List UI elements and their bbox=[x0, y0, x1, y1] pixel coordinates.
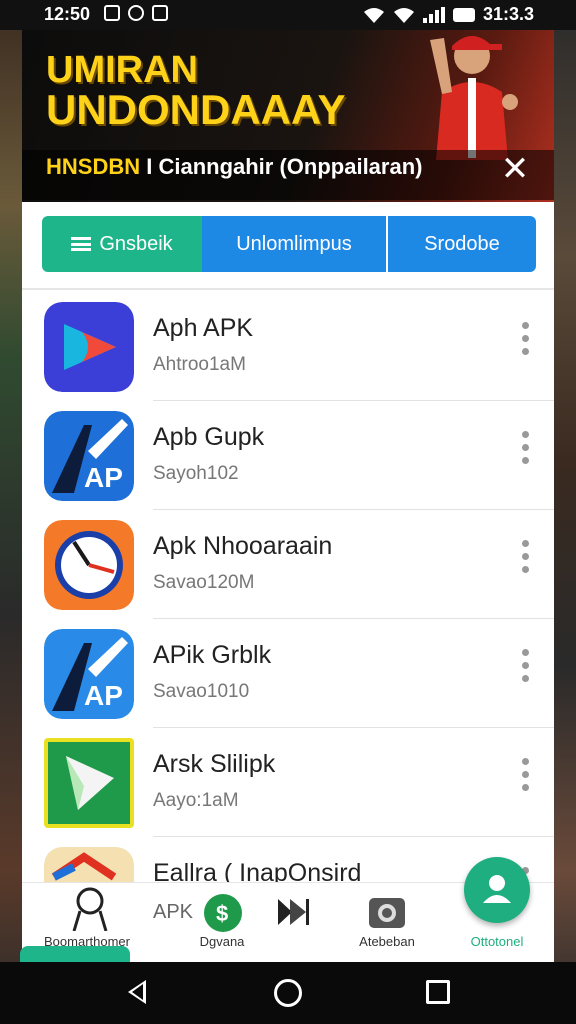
more-options-icon[interactable] bbox=[520, 649, 530, 689]
status-notification-icons bbox=[104, 5, 168, 21]
battery-icon bbox=[452, 7, 475, 22]
app-name: Apk Nhooaraain bbox=[153, 532, 333, 560]
tab-gnsbeik[interactable]: Gnsbeik bbox=[42, 216, 202, 272]
svg-text:$: $ bbox=[216, 901, 228, 926]
dollar-icon: $ bbox=[204, 894, 242, 932]
app-icon bbox=[152, 5, 168, 21]
list-item[interactable]: AP Apb Gupk Sayoh102 bbox=[22, 401, 554, 510]
more-options-icon[interactable] bbox=[520, 540, 530, 580]
close-banner-button[interactable]: ✕ bbox=[498, 152, 532, 186]
app-list: Aph APK Ahtroo1aM AP Apb Gupk Sayoh102 A… bbox=[22, 292, 554, 946]
app-subtitle: Sayoh102 bbox=[153, 463, 239, 484]
banner-subtitle: HNSDBN I Cianngahir (Onppailaran) bbox=[46, 154, 422, 180]
app-subtitle: Savao1010 bbox=[153, 681, 250, 702]
player-image bbox=[430, 36, 518, 160]
clock-app-icon bbox=[44, 520, 134, 610]
nav-label: Dgvana bbox=[199, 934, 245, 949]
app-subtitle: Ahtroo1aM bbox=[153, 354, 246, 375]
home-icon[interactable] bbox=[274, 979, 302, 1007]
list-icon bbox=[71, 237, 92, 251]
system-navigation-bar bbox=[0, 962, 576, 1024]
banner-title-line1: UMIRAN bbox=[46, 49, 198, 91]
message-icon bbox=[104, 5, 120, 21]
category-tabs: Gnsbeik Unlomlimpus Srodobe bbox=[42, 216, 536, 272]
tab-label: Unlomlimpus bbox=[236, 232, 352, 255]
list-item[interactable]: AP APik Grblk Savao1010 bbox=[22, 619, 554, 728]
nav-label: Atebeban bbox=[359, 934, 415, 949]
more-options-icon[interactable] bbox=[520, 431, 530, 471]
nav-item-camera[interactable]: Atebeban bbox=[342, 883, 432, 962]
app-name: APik Grblk bbox=[153, 641, 272, 669]
banner-title-line2: UNDONDAAAY bbox=[46, 86, 346, 133]
promo-banner[interactable]: UMIRAN UNDONDAAAY HNSDBN I Cianngahir (O… bbox=[22, 30, 554, 202]
app-subtitle: Aayo:1aM bbox=[153, 790, 239, 811]
nav-item-dgvana[interactable]: $ Dgvana bbox=[182, 883, 262, 962]
status-bar: 12:50 31:3.3 bbox=[0, 0, 576, 30]
list-item[interactable]: Arsk Slilipk Aayo:1aM bbox=[22, 728, 554, 837]
back-icon[interactable] bbox=[128, 980, 146, 1004]
tab-unlomlimpus[interactable]: Unlomlimpus bbox=[202, 216, 386, 272]
location-icon bbox=[128, 5, 144, 21]
banner-subtitle-text: I Cianngahir (Onppailaran) bbox=[140, 154, 423, 179]
play-forward-icon bbox=[278, 899, 309, 925]
battery-text: 31:3.3 bbox=[482, 4, 534, 24]
camera-icon bbox=[369, 898, 405, 928]
app-name: Apb Gupk bbox=[153, 423, 265, 451]
tab-label: Srodobe bbox=[424, 232, 500, 255]
fab-label: Ottotonel bbox=[470, 934, 524, 949]
list-item[interactable]: Aph APK Ahtroo1aM bbox=[22, 292, 554, 401]
svg-text:AP: AP bbox=[84, 680, 123, 711]
tab-srodobe[interactable]: Srodobe bbox=[388, 216, 536, 272]
nav-item-play[interactable] bbox=[268, 883, 318, 962]
app-subtitle: Savao120M bbox=[153, 572, 255, 593]
wifi-icon bbox=[393, 7, 414, 23]
more-options-icon[interactable] bbox=[520, 322, 530, 362]
tab-label: Gnsbeik bbox=[99, 232, 173, 255]
app-window: UMIRAN UNDONDAAAY HNSDBN I Cianngahir (O… bbox=[22, 30, 554, 962]
list-item[interactable]: Apk Nhooaraain Savao120M bbox=[22, 510, 554, 619]
recents-icon[interactable] bbox=[426, 980, 450, 1004]
banner-title: UMIRAN UNDONDAAAY bbox=[46, 49, 346, 133]
wifi-icon bbox=[363, 7, 384, 23]
svg-text:AP: AP bbox=[84, 462, 123, 493]
status-time: 12:50 bbox=[44, 4, 91, 24]
user-icon bbox=[483, 875, 511, 903]
ap-logo-icon: AP bbox=[44, 411, 134, 501]
status-right-icons: 31:3.3 bbox=[363, 4, 534, 25]
person-outline-icon bbox=[72, 887, 108, 931]
ap-logo-icon: AP bbox=[44, 629, 134, 719]
divider bbox=[22, 288, 554, 290]
play-store-icon bbox=[44, 302, 134, 392]
app-name: Aph APK bbox=[153, 314, 254, 342]
green-play-icon bbox=[44, 738, 134, 828]
more-options-icon[interactable] bbox=[520, 758, 530, 798]
app-name: Arsk Slilipk bbox=[153, 750, 276, 778]
partial-green-element bbox=[20, 946, 130, 962]
signal-icon bbox=[422, 6, 445, 23]
profile-fab-button[interactable] bbox=[464, 857, 530, 923]
banner-subtitle-highlight: HNSDBN bbox=[46, 154, 141, 179]
